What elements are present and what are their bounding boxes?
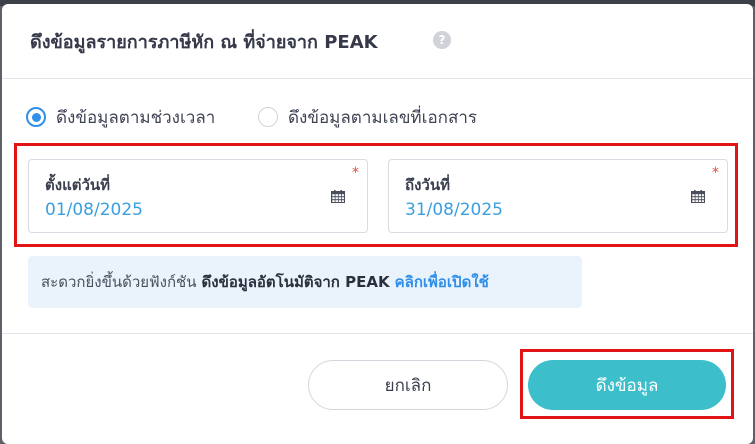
end-date-label: ถึงวันที่ [405,176,450,194]
calendar-icon[interactable] [691,190,705,203]
enable-auto-fetch-link[interactable]: คลิกเพื่อเปิดใช้ [395,270,489,294]
end-date-value[interactable]: 31/08/2025 [405,200,503,220]
end-date-field[interactable]: ถึงวันที่ 31/08/2025 * [388,159,728,233]
required-mark: * [352,165,359,181]
fetch-mode-group: ดึงข้อมูลตามช่วงเวลา ดึงข้อมูลตามเลขที่เ… [26,104,726,130]
cancel-button[interactable]: ยกเลิก [308,360,508,410]
calendar-icon[interactable] [331,190,345,203]
fetch-data-button[interactable]: ดึงข้อมูล [528,360,726,410]
help-icon[interactable]: ? [433,31,451,49]
radio-by-period[interactable]: ดึงข้อมูลตามช่วงเวลา [26,104,215,130]
radio-unchecked-icon [258,107,278,127]
start-date-field[interactable]: ตั้งแต่วันที่ 01/08/2025 * [28,159,368,233]
fetch-wht-dialog: ดึงข้อมูลรายการภาษีหัก ณ ที่จ่ายจาก PEAK… [2,4,753,444]
dialog-title: ดึงข้อมูลรายการภาษีหัก ณ ที่จ่ายจาก PEAK [30,32,378,53]
start-date-value[interactable]: 01/08/2025 [45,200,143,220]
radio-label: ดึงข้อมูลตามช่วงเวลา [56,107,216,128]
start-date-label: ตั้งแต่วันที่ [45,176,111,194]
banner-text: สะดวกยิ่งขึ้นด้วยฟังก์ชัน [41,273,197,291]
footer-divider [2,333,753,334]
radio-checked-icon [26,107,46,127]
dialog-header: ดึงข้อมูลรายการภาษีหัก ณ ที่จ่ายจาก PEAK… [2,4,753,79]
auto-fetch-banner: สะดวกยิ่งขึ้นด้วยฟังก์ชัน ดึงข้อมูลอัตโน… [28,256,582,308]
radio-label: ดึงข้อมูลตามเลขที่เอกสาร [288,107,478,128]
radio-by-document-number[interactable]: ดึงข้อมูลตามเลขที่เอกสาร [258,104,477,130]
banner-feature: ดึงข้อมูลอัตโนมัติจาก PEAK [201,273,390,291]
required-mark: * [712,165,719,181]
